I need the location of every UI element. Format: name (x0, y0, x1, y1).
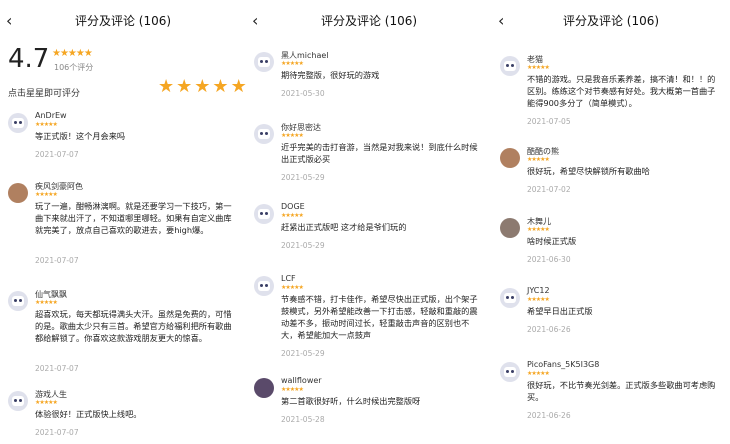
robot-avatar-icon (258, 281, 270, 291)
robot-avatar-icon (504, 61, 516, 71)
rate-star-5-icon[interactable]: ★ (231, 78, 246, 96)
review-stars: ★★★★★ (35, 191, 58, 198)
review-date: 2021-06-30 (527, 255, 571, 264)
reviewer-name: AnDrEw (35, 111, 67, 120)
review-text: 超喜欢玩，每天都玩得满头大汗。虽然是免费的，可惜的是。歌曲太少只有三首。希望官方… (35, 309, 232, 343)
robot-avatar-icon (504, 367, 516, 377)
robot-avatar-icon (258, 209, 270, 219)
review-stars: ★★★★★ (35, 121, 58, 128)
reviewer-name: JYC12 (527, 286, 550, 295)
reviewer-name: LCF (281, 274, 296, 283)
rating-summary: 4.7 ★★★★★ 106个评分 点击星星即可评分 ★ ★ ★ ★ ★ (8, 44, 246, 104)
average-score: 4.7 (8, 44, 50, 74)
tap-to-rate-label: 点击星星即可评分 (8, 89, 81, 99)
review-stars: ★★★★★ (281, 386, 304, 393)
review-stars: ★★★★★ (527, 64, 550, 71)
avatar[interactable] (254, 378, 274, 398)
panel-3: ‹ 评分及评论 (106) 老猫 ★★★★★ 不错的游戏。只是我音乐素养差，搞不清！… (492, 0, 730, 444)
review-text: 体验很好！正式版快上线吧。 (35, 409, 142, 419)
review-text: 期待完整版，很好玩的游戏 (281, 70, 380, 80)
review-date: 2021-07-02 (527, 185, 571, 194)
avatar[interactable] (8, 113, 28, 133)
review-stars: ★★★★★ (527, 156, 550, 163)
review-stars: ★★★★★ (527, 226, 550, 233)
page-title: 评分及评论 (106) (74, 14, 172, 28)
robot-avatar-icon (258, 57, 270, 67)
avatar[interactable] (8, 391, 28, 411)
review-text: 第二首歌很好听，什么时候出完整版呀 (281, 396, 421, 406)
review-date: 2021-05-29 (281, 349, 325, 358)
reviewer-name: wallflower (281, 376, 322, 385)
review-stars: ★★★★★ (527, 296, 550, 303)
review-date: 2021-05-29 (281, 241, 325, 250)
robot-avatar-icon (504, 293, 516, 303)
robot-avatar-icon (258, 129, 270, 139)
review-stars: ★★★★★ (281, 212, 304, 219)
review-stars: ★★★★★ (281, 132, 304, 139)
review-date: 2021-07-07 (35, 150, 79, 159)
reviewer-name: DOGE (281, 202, 305, 211)
avatar[interactable] (500, 362, 520, 382)
review-date: 2021-07-05 (527, 117, 571, 126)
review-date: 2021-05-29 (281, 173, 325, 182)
review-date: 2021-06-26 (527, 411, 571, 420)
avatar[interactable] (254, 124, 274, 144)
avatar[interactable] (8, 183, 28, 203)
review-stars: ★★★★★ (281, 284, 304, 291)
avatar[interactable] (500, 218, 520, 238)
review-text: 赶紧出正式版吧 这才给是爷们玩的 (281, 222, 407, 232)
review-text: 节奏感不错，打卡佳作，希望尽快出正式版，出个架子鼓模式，另外希望能改善一下打击感… (281, 294, 478, 340)
avatar[interactable] (254, 204, 274, 224)
avatar[interactable] (254, 276, 274, 296)
review-text: 啥时候正式版 (527, 236, 577, 246)
panel-2: ‹ 评分及评论 (106) 黑人michael ★★★★★ 期待完整版，很好玩的游戏… (246, 0, 492, 444)
review-text: 很好玩，不比节奏光剑差。正式版多些歌曲可考虑购买。 (527, 380, 716, 402)
review-date: 2021-07-07 (35, 364, 79, 373)
review-date: 2021-05-28 (281, 415, 325, 424)
rate-star-1-icon[interactable]: ★ (158, 78, 174, 96)
avatar[interactable] (500, 288, 520, 308)
review-text: 希望早日出正式版 (527, 306, 593, 316)
review-date: 2021-07-07 (35, 428, 79, 437)
avatar[interactable] (500, 148, 520, 168)
review-text: 近乎完美的击打音游，当然是对我来说！到底什么时候出正式版必买 (281, 142, 478, 164)
page-title: 评分及评论 (106) (320, 14, 418, 28)
review-date: 2021-05-30 (281, 89, 325, 98)
page-title: 评分及评论 (106) (562, 14, 660, 28)
avatar[interactable] (8, 291, 28, 311)
panel-1: ‹ 评分及评论 (106) 4.7 ★★★★★ 106个评分 点击星星即可评分 … (0, 0, 246, 444)
rate-star-2-icon[interactable]: ★ (176, 78, 192, 96)
review-stars: ★★★★★ (281, 60, 304, 67)
average-stars: ★★★★★ (52, 48, 93, 59)
review-stars: ★★★★★ (35, 399, 58, 406)
review-text: 等正式版！这个月会来吗 (35, 131, 126, 141)
avatar[interactable] (254, 52, 274, 72)
avatar[interactable] (500, 56, 520, 76)
robot-avatar-icon (12, 396, 24, 406)
rate-star-4-icon[interactable]: ★ (212, 78, 228, 96)
rate-star-3-icon[interactable]: ★ (194, 78, 210, 96)
review-text: 玩了一遍，酣畅淋漓啊。就是还要学习一下技巧，第一曲下来就出汗了，不知道哪里哪轻。… (35, 201, 232, 235)
review-text: 很好玩，希望尽快解锁所有歌曲哈 (527, 166, 650, 176)
review-date: 2021-06-26 (527, 325, 571, 334)
review-stars: ★★★★★ (35, 299, 58, 306)
tap-to-rate-stars: ★ ★ ★ ★ ★ (158, 78, 246, 96)
robot-avatar-icon (12, 118, 24, 128)
review-stars: ★★★★★ (527, 370, 550, 377)
review-date: 2021-07-07 (35, 256, 79, 265)
robot-avatar-icon (12, 296, 24, 306)
rating-count: 106个评分 (54, 63, 94, 72)
review-text: 不错的游戏。只是我音乐素养差，搞不清！和！！的区别。练练这个对节奏感有好处。我大… (527, 74, 716, 108)
reviewer-name: PicoFans_5K5I3G8 (527, 360, 600, 369)
